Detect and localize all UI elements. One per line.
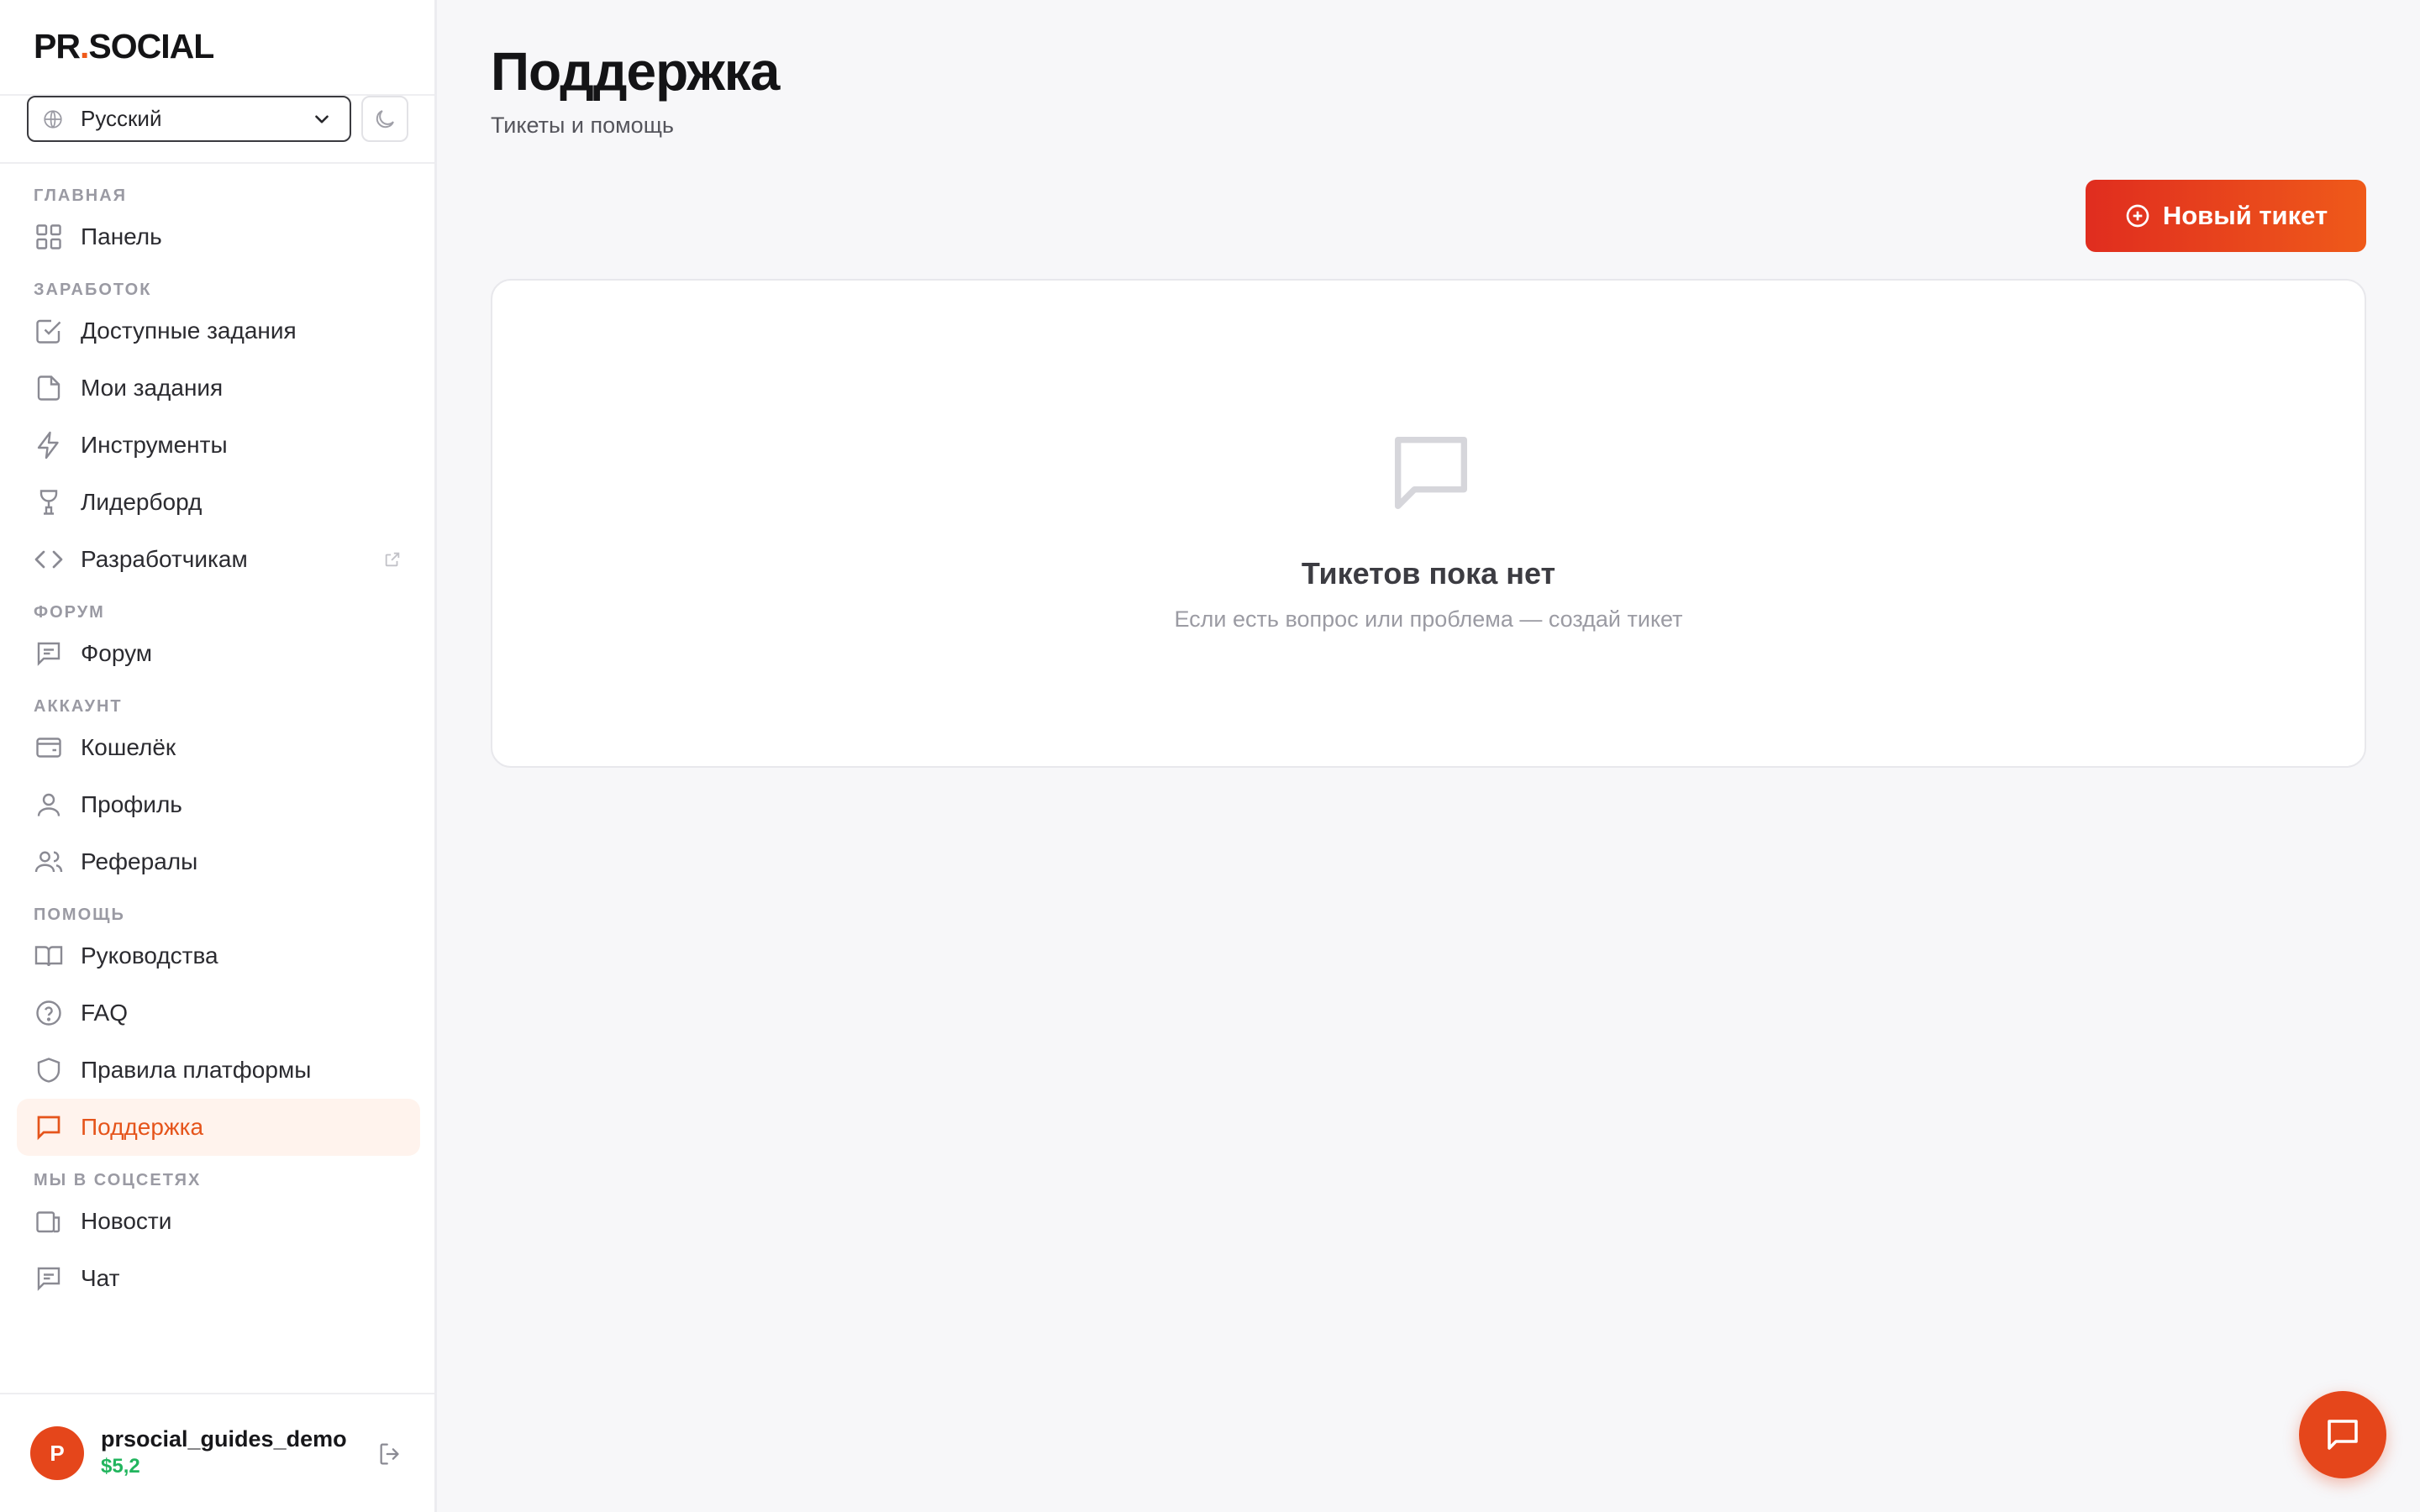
new-ticket-label: Новый тикет <box>2162 201 2328 230</box>
theme-toggle-button[interactable] <box>361 96 408 142</box>
sidebar-item-label: Мои задания <box>81 375 224 401</box>
sidebar-item-label: Руководства <box>81 942 218 969</box>
balance: $5,2 <box>101 1455 140 1478</box>
moon-icon <box>376 109 394 128</box>
logo-prefix: PR <box>34 27 81 66</box>
chat-empty-icon <box>1394 436 1468 510</box>
sidebar-item-label: Панель <box>81 223 162 249</box>
sidebar-item-label: Новости <box>81 1208 172 1234</box>
sidebar: PR.SOCIAL Русский ГЛАВНАЯ Панель ЗАРАБОТ… <box>0 0 437 1512</box>
sidebar-item-dashboard[interactable]: Панель <box>17 208 420 265</box>
language-select[interactable]: Русский <box>27 96 351 142</box>
empty-title: Тикетов пока нет <box>1301 556 1556 591</box>
page-subtitle: Тикеты и помощь <box>491 113 674 138</box>
support-chat-button[interactable] <box>2299 1391 2386 1478</box>
sidebar-item-label: Поддержка <box>81 1114 204 1140</box>
sidebar-item-rules[interactable]: Правила платформы <box>17 1042 420 1099</box>
sidebar-item-tools[interactable]: Инструменты <box>17 417 420 474</box>
sidebar-item-profile[interactable]: Профиль <box>17 776 420 833</box>
news-icon <box>36 1211 60 1233</box>
section-label-forum: ФОРУМ <box>34 603 105 622</box>
sidebar-item-wallet[interactable]: Кошелёк <box>17 719 420 776</box>
sidebar-item-chat[interactable]: Чат <box>17 1250 420 1307</box>
wallet-icon <box>36 738 61 758</box>
sidebar-item-label: Рефералы <box>81 848 198 874</box>
sidebar-item-label: Правила платформы <box>81 1057 312 1083</box>
section-label-account: АККАУНТ <box>34 697 123 716</box>
sidebar-item-support[interactable]: Поддержка <box>17 1099 420 1156</box>
sidebar-item-label: Форум <box>81 640 153 666</box>
tickets-empty-state: Тикетов пока нет Если есть вопрос или пр… <box>491 279 2366 768</box>
sidebar-item-label: Кошелёк <box>81 734 176 760</box>
sidebar-nav: ГЛАВНАЯ Панель ЗАРАБОТОК Доступные задан… <box>17 183 420 1307</box>
sidebar-item-guides[interactable]: Руководства <box>17 927 420 984</box>
plus-circle-icon <box>2126 204 2149 228</box>
sidebar-item-label: Инструменты <box>81 432 228 458</box>
code-icon <box>34 550 63 569</box>
file-icon <box>37 375 60 401</box>
logo-suffix: SOCIAL <box>88 27 214 66</box>
trophy-icon <box>39 490 58 515</box>
empty-subtitle: Если есть вопрос или проблема — создай т… <box>1174 606 1683 632</box>
check-square-icon <box>36 319 61 344</box>
grid-icon <box>36 224 61 249</box>
external-link-icon <box>385 552 400 567</box>
lightning-icon <box>37 431 59 459</box>
chat-lines-icon <box>37 1267 60 1291</box>
sidebar-item-label: Чат <box>81 1265 120 1291</box>
sidebar-item-faq[interactable]: FAQ <box>17 984 420 1042</box>
sidebar-item-developers[interactable]: Разработчикам <box>17 531 420 588</box>
sidebar-item-referrals[interactable]: Рефералы <box>17 833 420 890</box>
sidebar-item-forum[interactable]: Форум <box>17 625 420 682</box>
user-icon <box>37 793 60 816</box>
avatar[interactable]: P <box>30 1426 84 1480</box>
sidebar-item-available-tasks[interactable]: Доступные задания <box>17 302 420 360</box>
globe-icon <box>44 109 62 129</box>
page-title: Поддержка <box>491 41 780 102</box>
logo-dot: . <box>79 27 89 66</box>
shield-icon <box>37 1058 60 1083</box>
sidebar-item-label: Профиль <box>81 791 182 817</box>
section-label-main: ГЛАВНАЯ <box>34 186 128 205</box>
help-circle-icon <box>36 1000 61 1026</box>
logo[interactable]: PR.SOCIAL <box>34 27 214 66</box>
sidebar-item-news[interactable]: Новости <box>17 1193 420 1250</box>
logout-icon[interactable] <box>376 1440 405 1468</box>
sidebar-item-label: Доступные задания <box>81 318 297 344</box>
sidebar-item-label: Разработчикам <box>81 546 248 572</box>
section-label-help: ПОМОЩЬ <box>34 906 125 924</box>
section-label-earnings: ЗАРАБОТОК <box>34 281 152 299</box>
username: prsocial_guides_demo <box>101 1426 347 1452</box>
forum-icon <box>37 642 60 666</box>
new-ticket-button[interactable]: Новый тикет <box>2086 180 2366 252</box>
chat-icon <box>37 1116 60 1141</box>
users-icon <box>34 851 63 873</box>
section-label-social: МЫ В СОЦСЕТЯХ <box>34 1171 202 1189</box>
sidebar-item-label: FAQ <box>81 1000 129 1026</box>
chevron-down-icon <box>315 114 329 123</box>
book-icon <box>34 946 63 967</box>
sidebar-item-leaderboard[interactable]: Лидерборд <box>17 474 420 531</box>
sidebar-item-label: Лидерборд <box>81 489 203 515</box>
sidebar-item-my-tasks[interactable]: Мои задания <box>17 360 420 417</box>
language-value: Русский <box>81 106 162 131</box>
divider <box>0 162 434 164</box>
chat-icon <box>2328 1420 2358 1450</box>
user-panel: P prsocial_guides_demo $5,2 <box>0 1393 434 1512</box>
